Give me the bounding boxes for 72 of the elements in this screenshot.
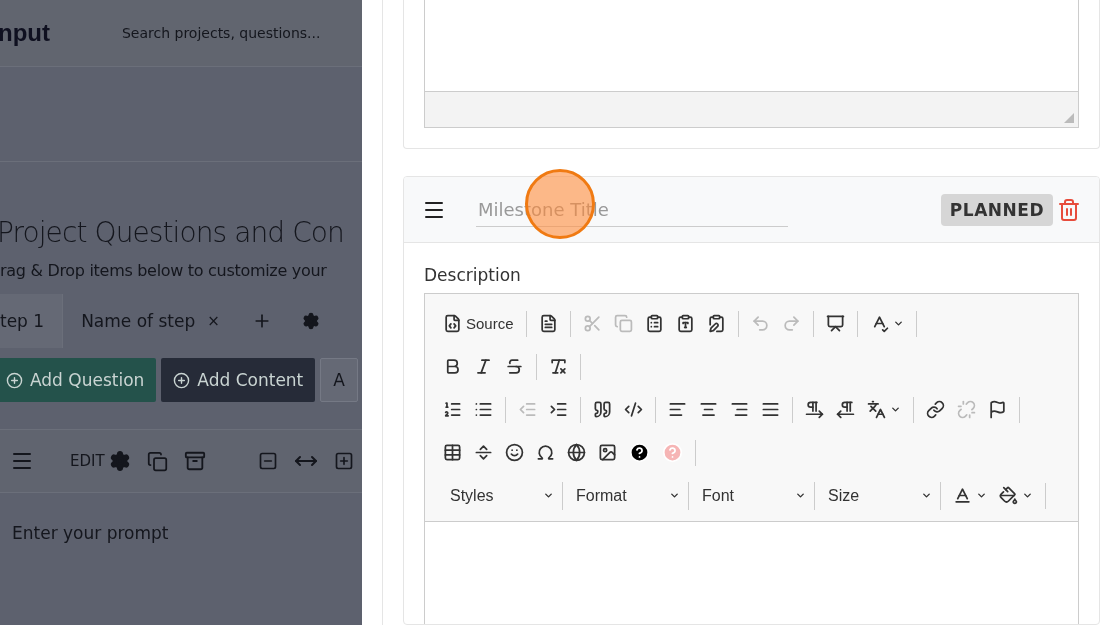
table-icon (443, 443, 462, 462)
strikethrough-icon (505, 357, 524, 376)
help-icon (629, 442, 650, 463)
tab-label: tep 1 (0, 311, 45, 331)
text-color-icon (953, 486, 972, 505)
copy-icon (613, 314, 633, 333)
image-icon (598, 443, 617, 462)
description-label: Description (424, 265, 522, 285)
unlink-icon (957, 400, 976, 419)
format-dropdown[interactable]: Font (689, 481, 815, 510)
caret-icon (669, 490, 680, 501)
outdent-icon (518, 400, 537, 419)
paste-icon (644, 314, 664, 333)
plus-icon[interactable] (333, 451, 354, 471)
caret-icon (795, 490, 806, 501)
background-color-icon (999, 486, 1018, 505)
paste-text-icon (675, 314, 695, 333)
link-icon (926, 400, 945, 419)
archive-icon[interactable] (183, 450, 206, 472)
new-page-icon (538, 314, 558, 333)
justify-icon (761, 400, 780, 419)
iframe-icon (567, 443, 586, 462)
remove-format-icon (549, 357, 568, 376)
add-content-button[interactable]: Add Content (161, 358, 316, 402)
caret-icon (543, 490, 554, 501)
align-center-icon (699, 400, 718, 419)
rich-text-editor[interactable]: Source Styles Format Font Size (424, 293, 1079, 624)
settings-icon[interactable] (108, 450, 131, 472)
copy-icon[interactable] (146, 450, 168, 472)
italic-icon (474, 357, 493, 376)
cut-icon (582, 314, 602, 333)
format-dropdown[interactable]: Size (815, 481, 941, 510)
anchor-icon (988, 400, 1007, 419)
source-icon (443, 314, 462, 333)
numbered-list-icon (443, 400, 462, 419)
language-icon (867, 400, 886, 419)
caret-icon (1022, 490, 1033, 501)
smiley-icon (505, 443, 524, 462)
special-character-icon (536, 443, 555, 462)
page-title: Project Questions and Con (0, 216, 345, 249)
blockquote-icon (593, 400, 612, 419)
add-question-button[interactable]: Add Question (0, 358, 157, 402)
format-dropdown[interactable]: Styles (437, 481, 563, 510)
source-button[interactable]: Source (437, 309, 520, 338)
redo-icon (781, 314, 801, 333)
caret-icon (890, 404, 901, 415)
paste-word-icon (706, 314, 726, 333)
caret-icon (892, 318, 904, 329)
caret-icon (976, 490, 987, 501)
delete-icon[interactable] (1057, 197, 1081, 222)
align-right-icon (730, 400, 749, 419)
left-to-right-icon (805, 400, 824, 419)
undo-icon (750, 314, 770, 333)
help-icon (662, 442, 683, 463)
format-dropdown[interactable]: Format (563, 481, 689, 510)
tab-label: Name of step (81, 311, 196, 331)
page-subtitle: rag & Drop items below to customize your (0, 261, 328, 280)
minus-icon[interactable] (257, 451, 278, 471)
plus-circle-icon (173, 371, 191, 389)
bulleted-list-icon (474, 400, 493, 419)
plus-circle-icon (6, 371, 23, 389)
div-container-icon (624, 400, 643, 419)
align-left-icon (668, 400, 687, 419)
status-badge: PLANNED (940, 193, 1053, 226)
edit-label: EDIT (70, 452, 105, 470)
logo: nput (0, 19, 50, 47)
settings-icon[interactable] (301, 312, 320, 330)
right-to-left-icon (836, 400, 855, 419)
caret-icon (921, 490, 932, 501)
horizontal-line-icon (474, 443, 493, 462)
resize-grip-icon[interactable] (1064, 113, 1074, 123)
indent-icon (549, 400, 568, 419)
